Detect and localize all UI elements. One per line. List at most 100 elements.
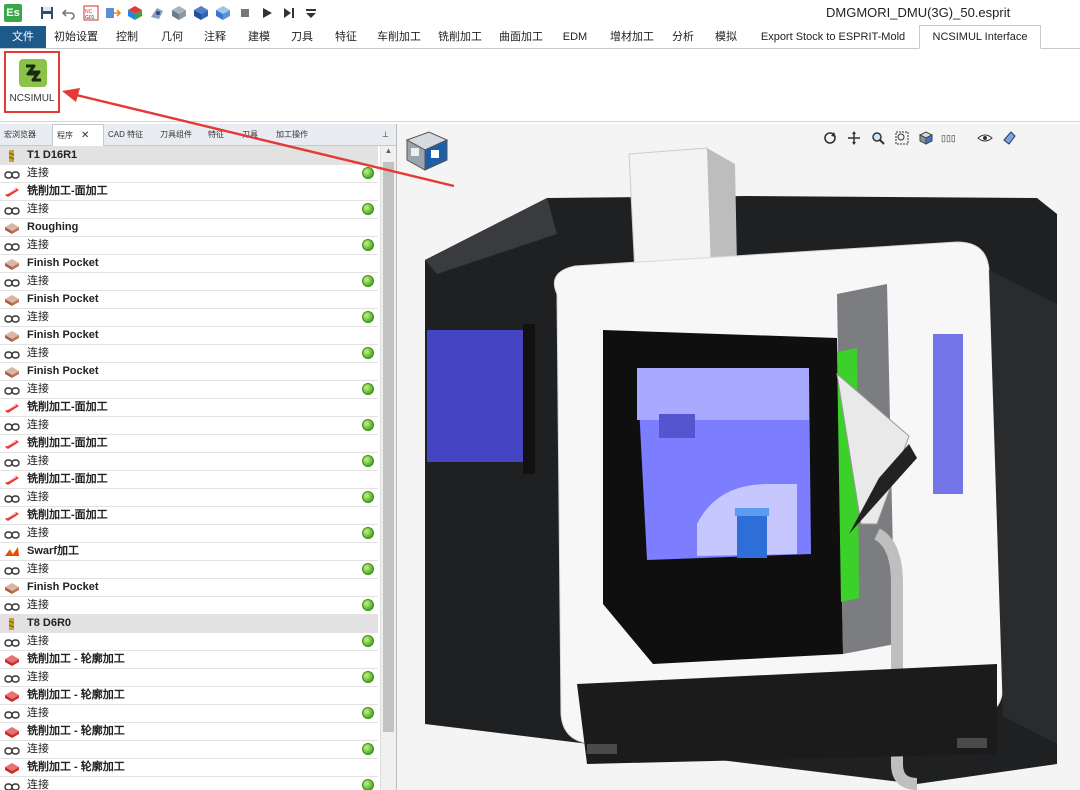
tab-control[interactable]: 控制 — [110, 26, 144, 48]
stock-blue-icon[interactable] — [192, 4, 210, 22]
scroll-up-icon[interactable]: ▲ — [381, 146, 396, 160]
link-row[interactable]: 连接 — [0, 380, 378, 399]
tab-initial-setup[interactable]: 初始设置 — [52, 26, 100, 48]
operation-tree: T1 D16R1 连接 铣削加工-面加工 连接 Roughing 连接 Finish Poc… — [0, 146, 380, 790]
stop-icon[interactable] — [236, 4, 254, 22]
tab-edm[interactable]: EDM — [556, 26, 594, 48]
tab-geometry[interactable]: 几何 — [155, 26, 189, 48]
tab-simulation[interactable]: 模拟 — [709, 26, 743, 48]
operation-row[interactable]: Roughing — [0, 218, 378, 237]
operation-row[interactable]: Finish Pocket — [0, 290, 378, 309]
operation-row[interactable]: 铣削加工-面加工 — [0, 434, 378, 453]
undo-icon[interactable] — [60, 4, 78, 22]
link-row[interactable]: 连接 — [0, 416, 378, 435]
panel-tab-features[interactable]: 特征 — [208, 124, 230, 145]
tab-additive[interactable]: 增材加工 — [606, 26, 658, 48]
view-options-text[interactable]: ▯▯▯ — [941, 133, 956, 144]
tab-annotation[interactable]: 注释 — [198, 26, 232, 48]
link-row[interactable]: 连接 — [0, 236, 378, 255]
pan-icon[interactable] — [845, 129, 863, 147]
3d-viewport[interactable]: ▯▯▯ — [397, 124, 1080, 790]
panel-tab-cad-features[interactable]: CAD 特征 — [108, 124, 148, 145]
customize-dropdown-icon[interactable] — [302, 4, 320, 22]
link-row[interactable]: 连接 — [0, 452, 378, 471]
panel-tab-tool-assembly[interactable]: 刀具组件 — [160, 124, 196, 145]
visibility-eye-icon[interactable] — [976, 129, 994, 147]
tab-analysis[interactable]: 分析 — [666, 26, 700, 48]
link-row[interactable]: 连接 — [0, 776, 378, 790]
operation-row[interactable]: Finish Pocket — [0, 578, 378, 597]
tab-surface-machining[interactable]: 曲面加工 — [495, 26, 547, 48]
link-row[interactable]: 连接 — [0, 524, 378, 543]
tab-tools[interactable]: 刀具 — [285, 26, 319, 48]
close-icon[interactable]: ✕ — [81, 130, 89, 141]
tree-scrollbar[interactable]: ▲ — [380, 146, 396, 790]
row-label: 连接 — [27, 167, 49, 179]
scroll-thumb[interactable] — [383, 162, 394, 732]
operation-row[interactable]: 铣削加工 - 轮廓加工 — [0, 650, 378, 669]
shading-icon[interactable] — [1000, 129, 1018, 147]
link-row[interactable]: 连接 — [0, 632, 378, 651]
link-row[interactable]: 连接 — [0, 200, 378, 219]
link-row[interactable]: 连接 — [0, 164, 378, 183]
play-icon[interactable] — [258, 4, 276, 22]
link-row[interactable]: 连接 — [0, 560, 378, 579]
zoom-icon[interactable] — [869, 129, 887, 147]
tab-ncsimul-interface[interactable]: NCSIMUL Interface — [919, 25, 1041, 49]
zoom-window-icon[interactable] — [893, 129, 911, 147]
row-label: 铣削加工-面加工 — [27, 401, 108, 413]
rotate-icon[interactable] — [821, 129, 839, 147]
panel-tab-tools[interactable]: 刀具 — [242, 124, 264, 145]
operation-row[interactable]: 铣削加工-面加工 — [0, 506, 378, 525]
tool-group-row[interactable]: T8 D6R0 — [0, 614, 378, 633]
operation-row[interactable]: 铣削加工 - 轮廓加工 — [0, 686, 378, 705]
status-ok-icon — [362, 419, 374, 431]
tab-turning[interactable]: 车削加工 — [373, 26, 425, 48]
panel-tab-macro-browser[interactable]: 宏浏览器 — [4, 124, 46, 145]
pin-icon[interactable]: ⊥ — [382, 124, 392, 145]
transfer-icon[interactable] — [104, 4, 122, 22]
tab-modeling[interactable]: 建模 — [242, 26, 276, 48]
panel-tab-program[interactable]: 程序 ✕ — [52, 124, 104, 146]
ncsimul-label: NCSIMUL — [9, 93, 55, 104]
link-icon — [4, 276, 20, 287]
status-ok-icon — [362, 491, 374, 503]
link-row[interactable]: 连接 — [0, 272, 378, 291]
link-row[interactable]: 连接 — [0, 668, 378, 687]
solid-color-icon[interactable] — [126, 4, 144, 22]
stock-icon[interactable] — [170, 4, 188, 22]
save-icon[interactable] — [38, 4, 56, 22]
tab-file[interactable]: 文件 — [0, 26, 46, 48]
cube-icon[interactable] — [214, 4, 232, 22]
link-row[interactable]: 连接 — [0, 704, 378, 723]
panel-tab-operations[interactable]: 加工操作 — [276, 124, 312, 145]
operation-row[interactable]: Finish Pocket — [0, 362, 378, 381]
operation-row[interactable]: 铣削加工-面加工 — [0, 182, 378, 201]
ncsimul-button[interactable]: NCSIMUL — [4, 51, 60, 113]
operation-row[interactable]: 铣削加工-面加工 — [0, 398, 378, 417]
status-ok-icon — [362, 671, 374, 683]
operation-row[interactable]: 铣削加工 - 轮廓加工 — [0, 758, 378, 777]
link-row[interactable]: 连接 — [0, 596, 378, 615]
nc-code-icon[interactable]: NC G01 — [82, 4, 100, 22]
tool-group-row[interactable]: T1 D16R1 — [0, 146, 378, 165]
link-row[interactable]: 连接 — [0, 740, 378, 759]
row-label: 连接 — [27, 779, 49, 790]
link-icon — [4, 168, 20, 179]
display-mode-icon[interactable] — [917, 129, 935, 147]
esprit-logo-icon[interactable]: Es — [4, 4, 22, 22]
operation-row[interactable]: 铣削加工 - 轮廓加工 — [0, 722, 378, 741]
operation-row[interactable]: Finish Pocket — [0, 254, 378, 273]
link-row[interactable]: 连接 — [0, 308, 378, 327]
operation-row[interactable]: Swarf加工 — [0, 542, 378, 561]
tab-features[interactable]: 特征 — [329, 26, 363, 48]
view-cube-icon[interactable] — [403, 128, 449, 172]
operation-row[interactable]: 铣削加工-面加工 — [0, 470, 378, 489]
step-icon[interactable] — [280, 4, 298, 22]
link-row[interactable]: 连接 — [0, 488, 378, 507]
tab-export-stock[interactable]: Export Stock to ESPRIT-Mold — [754, 26, 912, 48]
tab-milling[interactable]: 铣削加工 — [434, 26, 486, 48]
simulate-part-icon[interactable] — [148, 4, 166, 22]
operation-row[interactable]: Finish Pocket — [0, 326, 378, 345]
link-row[interactable]: 连接 — [0, 344, 378, 363]
